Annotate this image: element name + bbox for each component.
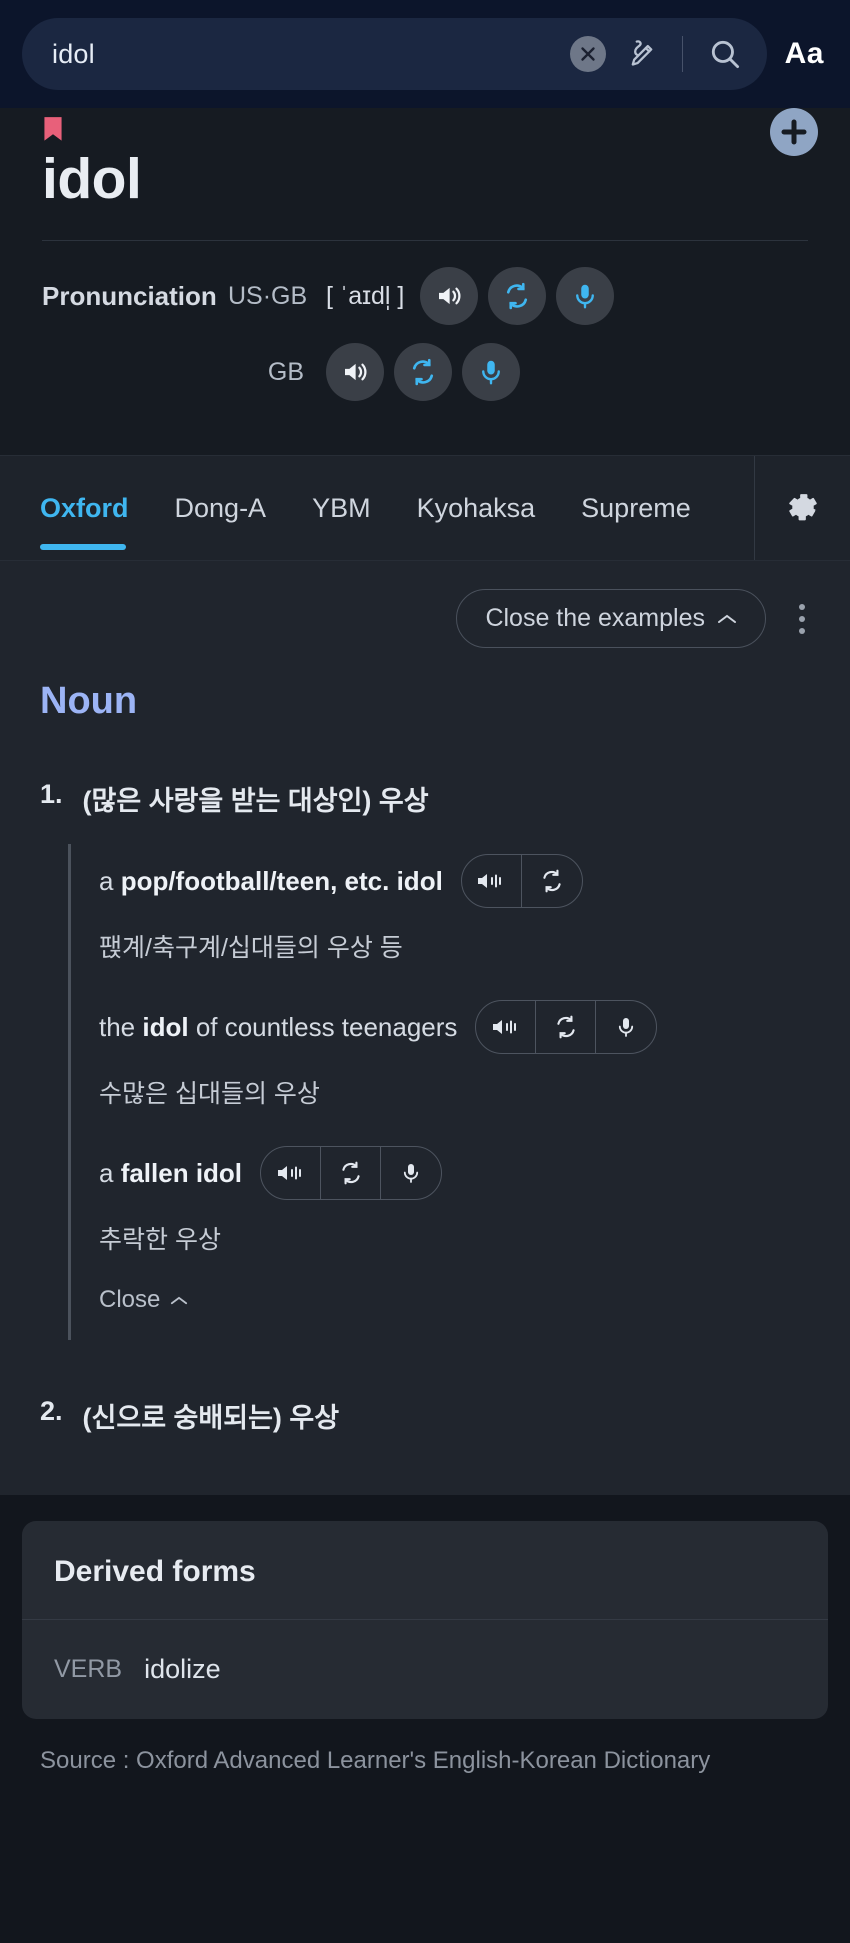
sense-1: 1. (많은 사랑을 받는 대상인) 우상 a pop/football/tee…: [0, 723, 850, 1340]
word-header: idol Pronunciation US·GB [ ˈaɪdl̩ ] GB: [0, 108, 850, 455]
search-input-container[interactable]: idol: [22, 18, 767, 90]
bookmark-icon[interactable]: [40, 116, 66, 151]
tab-oxford[interactable]: Oxford: [40, 456, 152, 560]
example-english-text: a fallen idol: [99, 1158, 242, 1189]
sense-1-number: 1.: [40, 779, 63, 809]
example-highlight: idol: [142, 1011, 189, 1042]
sense-2: 2. (신으로 숭배되는) 우상: [0, 1340, 850, 1495]
example-audio-controls: [475, 1000, 658, 1054]
sense-2-definition: (신으로 숭배되는) 우상: [82, 1403, 340, 1433]
derived-forms-card: Derived forms VERB idolize: [22, 1521, 828, 1719]
search-bar: idol Aa: [0, 0, 850, 108]
sense-2-head: 2. (신으로 숭배되는) 우상: [40, 1340, 850, 1435]
tabs-scroll[interactable]: Oxford Dong-A YBM Kyohaksa Supreme: [0, 456, 754, 560]
speaker-icon[interactable]: [261, 1147, 322, 1199]
speaker-icon[interactable]: [462, 855, 522, 907]
pronunciation-block: Pronunciation US·GB [ ˈaɪdl̩ ] GB: [42, 241, 808, 455]
pronunciation-region-gb: GB: [267, 357, 304, 386]
part-of-speech-heading: Noun: [40, 680, 138, 722]
example-audio-controls: [260, 1146, 443, 1200]
pronunciation-region: US·GB: [228, 281, 308, 310]
example-korean-text: 추락한 우상: [99, 1226, 221, 1254]
derived-forms-title: Derived forms: [22, 1521, 828, 1620]
pronunciation-row-us-gb: Pronunciation US·GB [ ˈaɪdl̩ ]: [42, 267, 808, 325]
clear-search-icon[interactable]: [569, 36, 606, 72]
chevron-up-icon: [717, 604, 737, 633]
page-title: idol: [42, 147, 142, 211]
font-size-button[interactable]: Aa: [781, 37, 828, 71]
handwriting-pen-icon[interactable]: [620, 33, 662, 75]
magnifier-icon[interactable]: [703, 32, 747, 76]
example-prefix: the: [99, 1011, 143, 1042]
example-korean-text: 팭계/축구계/십대들의 우상 등: [99, 934, 403, 962]
repeat-icon[interactable]: [488, 267, 547, 325]
examples-toolbar: Close the examples: [0, 561, 850, 648]
tab-ybm[interactable]: YBM: [289, 456, 394, 560]
pronunciation-row-gb: GB: [42, 343, 808, 401]
example-english-row: a fallen idol: [99, 1136, 850, 1204]
source-attribution: Source : Oxford Advanced Learner's Engli…: [0, 1719, 850, 1799]
speaker-icon[interactable]: [326, 343, 384, 401]
tab-dong-a[interactable]: Dong-A: [152, 456, 290, 560]
repeat-icon[interactable]: [321, 1147, 382, 1199]
derived-form-pos: VERB: [54, 1655, 123, 1683]
microphone-icon[interactable]: [596, 1001, 656, 1053]
pronunciation-label: Pronunciation: [42, 280, 217, 311]
sense-1-head: 1. (많은 사랑을 받는 대상인) 우상: [40, 723, 850, 818]
kebab-menu-icon[interactable]: [784, 596, 820, 642]
example-prefix: a: [99, 865, 121, 896]
example-prefix: a: [99, 1157, 121, 1188]
example-item: the idol of countless teenagers 수많은 십대들의…: [99, 990, 850, 1136]
example-english-text: the idol of countless teenagers: [99, 1012, 457, 1043]
example-korean-text: 수많은 십대들의 우상: [99, 1080, 320, 1108]
pronunciation-ipa: [ ˈaɪdl̩ ]: [326, 281, 405, 310]
example-item: a fallen idol 추락한 우상: [99, 1136, 850, 1282]
close-examples-button[interactable]: Close the examples: [456, 589, 766, 648]
tab-supreme[interactable]: Supreme: [558, 456, 714, 560]
gear-icon[interactable]: [754, 456, 850, 560]
sense-2-number: 2.: [40, 1396, 63, 1426]
definition-content: Close the examples Noun 1. (많은 사랑을 받는 대상…: [0, 561, 850, 1495]
microphone-icon[interactable]: [381, 1147, 441, 1199]
sense-1-examples: a pop/football/teen, etc. idol 팭계/축구계/십대…: [68, 844, 850, 1340]
derived-form-word[interactable]: idolize: [144, 1654, 221, 1685]
dictionary-tabs: Oxford Dong-A YBM Kyohaksa Supreme: [0, 455, 850, 561]
microphone-icon[interactable]: [462, 343, 520, 401]
derived-forms-row[interactable]: VERB idolize: [22, 1620, 828, 1719]
speaker-icon[interactable]: [476, 1001, 537, 1053]
example-english-row: the idol of countless teenagers: [99, 990, 850, 1058]
close-examples-link[interactable]: Close: [99, 1282, 850, 1340]
example-english-text: a pop/football/teen, etc. idol: [99, 866, 443, 897]
speaker-icon[interactable]: [420, 267, 479, 325]
example-item: a pop/football/teen, etc. idol 팭계/축구계/십대…: [99, 844, 850, 990]
close-link-label: Close: [99, 1286, 161, 1313]
repeat-icon[interactable]: [522, 855, 582, 907]
example-highlight: fallen idol: [120, 1157, 243, 1188]
search-divider: [681, 36, 683, 72]
close-examples-label: Close the examples: [485, 604, 705, 632]
repeat-icon[interactable]: [536, 1001, 597, 1053]
microphone-icon[interactable]: [556, 267, 615, 325]
example-audio-controls: [460, 854, 583, 908]
derived-forms-section: Derived forms VERB idolize: [0, 1495, 850, 1719]
search-input[interactable]: idol: [52, 39, 562, 70]
example-english-row: a pop/football/teen, etc. idol: [99, 844, 850, 912]
chevron-up-icon: [170, 1286, 188, 1314]
example-highlight: pop/football/teen, etc. idol: [120, 865, 443, 896]
repeat-icon[interactable]: [394, 343, 452, 401]
example-suffix: of countless teenagers: [188, 1011, 458, 1042]
sense-1-definition: (많은 사랑을 받는 대상인) 우상: [82, 786, 429, 816]
add-to-wordbook-icon[interactable]: [770, 108, 818, 156]
tab-kyohaksa[interactable]: Kyohaksa: [394, 456, 559, 560]
